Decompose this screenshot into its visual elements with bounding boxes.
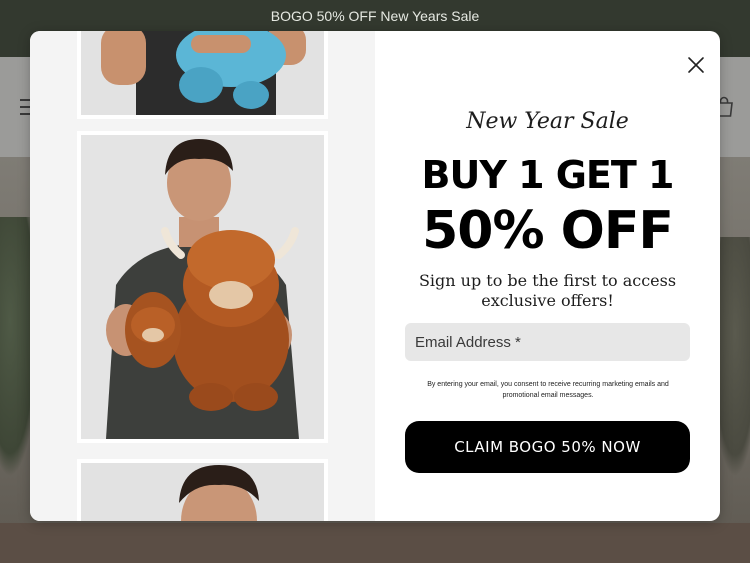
headline-discount: 50% OFF — [422, 201, 674, 261]
product-photo-bottom — [77, 459, 328, 521]
product-photo-highland-cow — [77, 131, 328, 443]
popup-image-column — [30, 31, 375, 521]
claim-offer-button[interactable]: CLAIM BOGO 50% NOW — [405, 421, 690, 473]
hero-floor — [0, 523, 750, 563]
email-field[interactable] — [405, 323, 690, 361]
consent-text: By entering your email, you consent to r… — [427, 381, 669, 399]
sale-subtitle: New Year Sale — [466, 109, 629, 134]
headline-offer: BUY 1 GET 1 — [421, 153, 675, 197]
product-photo-top — [77, 31, 328, 119]
popup-form-column: New Year Sale BUY 1 GET 1 50% OFF Sign u… — [375, 31, 720, 521]
close-icon[interactable] — [686, 55, 706, 75]
announcement-text: BOGO 50% OFF New Years Sale — [270, 8, 480, 24]
signup-lead-text: Sign up to be the first to access exclus… — [418, 271, 677, 310]
signup-popup: New Year Sale BUY 1 GET 1 50% OFF Sign u… — [30, 31, 720, 521]
